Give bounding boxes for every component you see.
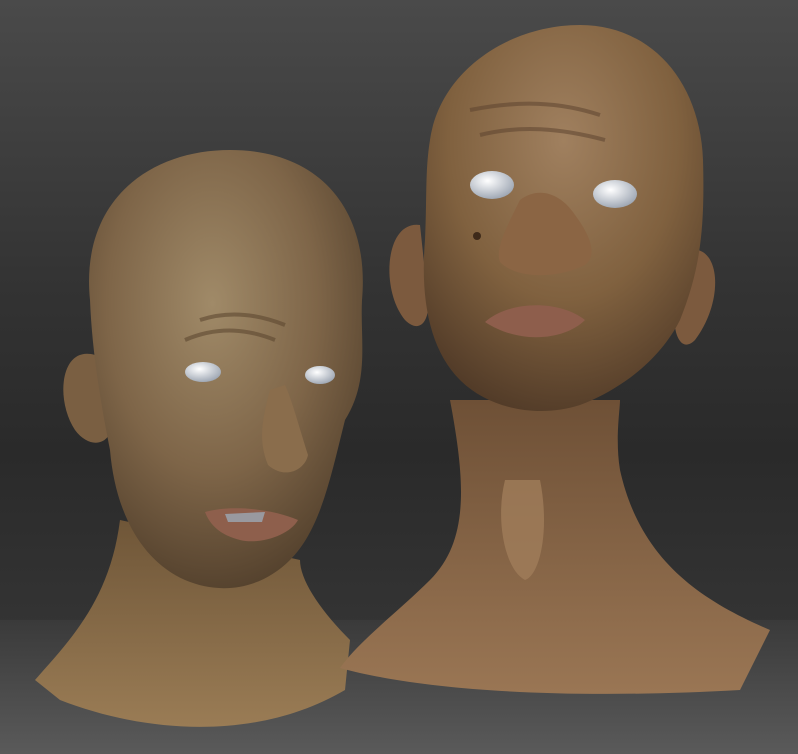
right-eye-right [593, 180, 637, 208]
sculpt-head-left [35, 150, 363, 727]
right-mole [473, 232, 481, 240]
sculpt-scene [35, 25, 770, 727]
right-neck-shoulders [340, 400, 770, 694]
render-viewport [0, 0, 798, 754]
left-eye-left [185, 362, 221, 382]
right-ear-left [389, 224, 429, 327]
left-eye-right [305, 366, 335, 384]
right-eye-left [470, 171, 514, 199]
sculpt-head-right [340, 25, 770, 694]
